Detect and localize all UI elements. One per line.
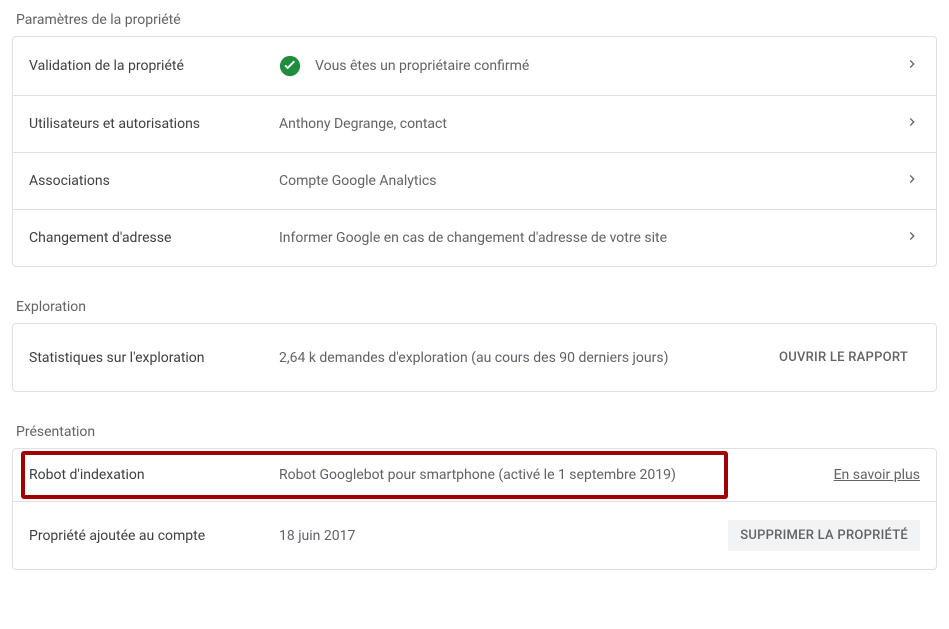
chevron-right-icon <box>892 56 920 76</box>
row-value-users: Anthony Degrange, contact <box>279 116 892 132</box>
row-label-property-added: Propriété ajoutée au compte <box>29 528 279 544</box>
row-users[interactable]: Utilisateurs et autorisations Anthony De… <box>13 96 936 153</box>
card-property-settings: Validation de la propriété Vous êtes un … <box>12 36 937 267</box>
section-title-presentation: Présentation <box>0 412 949 448</box>
row-label-users: Utilisateurs et autorisations <box>29 116 279 132</box>
card-exploration: Statistiques sur l'exploration 2,64 k de… <box>12 323 937 392</box>
row-value-text-validation: Vous êtes un propriétaire confirmé <box>315 58 529 74</box>
delete-property-button[interactable]: SUPPRIMER LA PROPRIÉTÉ <box>728 520 920 551</box>
section-title-exploration: Exploration <box>0 287 949 323</box>
row-value-address-change: Informer Google en cas de changement d'a… <box>279 230 892 246</box>
row-label-crawler: Robot d'indexation <box>29 467 279 483</box>
row-label-crawl-stats: Statistiques sur l'exploration <box>29 350 279 366</box>
row-property-added: Propriété ajoutée au compte 18 juin 2017… <box>13 502 936 569</box>
row-label-address-change: Changement d'adresse <box>29 230 279 246</box>
chevron-right-icon <box>892 114 920 134</box>
row-value-crawl-stats: 2,64 k demandes d'exploration (au cours … <box>279 350 767 366</box>
chevron-right-icon <box>892 171 920 191</box>
learn-more-link[interactable]: En savoir plus <box>834 467 920 483</box>
row-crawler: Robot d'indexation Robot Googlebot pour … <box>13 449 936 502</box>
row-value-associations: Compte Google Analytics <box>279 173 892 189</box>
chevron-right-icon <box>892 228 920 248</box>
row-crawl-stats: Statistiques sur l'exploration 2,64 k de… <box>13 324 936 391</box>
row-value-validation: Vous êtes un propriétaire confirmé <box>279 55 892 77</box>
row-label-validation: Validation de la propriété <box>29 58 279 74</box>
row-address-change[interactable]: Changement d'adresse Informer Google en … <box>13 210 936 266</box>
card-presentation: Robot d'indexation Robot Googlebot pour … <box>12 448 937 570</box>
row-value-crawler: Robot Googlebot pour smartphone (activé … <box>279 467 834 483</box>
row-label-associations: Associations <box>29 173 279 189</box>
open-report-button[interactable]: OUVRIR LE RAPPORT <box>767 342 920 373</box>
section-title-property-settings: Paramètres de la propriété <box>0 0 949 36</box>
check-circle-icon <box>279 55 301 77</box>
row-value-property-added: 18 juin 2017 <box>279 528 728 544</box>
row-associations[interactable]: Associations Compte Google Analytics <box>13 153 936 210</box>
row-validation[interactable]: Validation de la propriété Vous êtes un … <box>13 37 936 96</box>
